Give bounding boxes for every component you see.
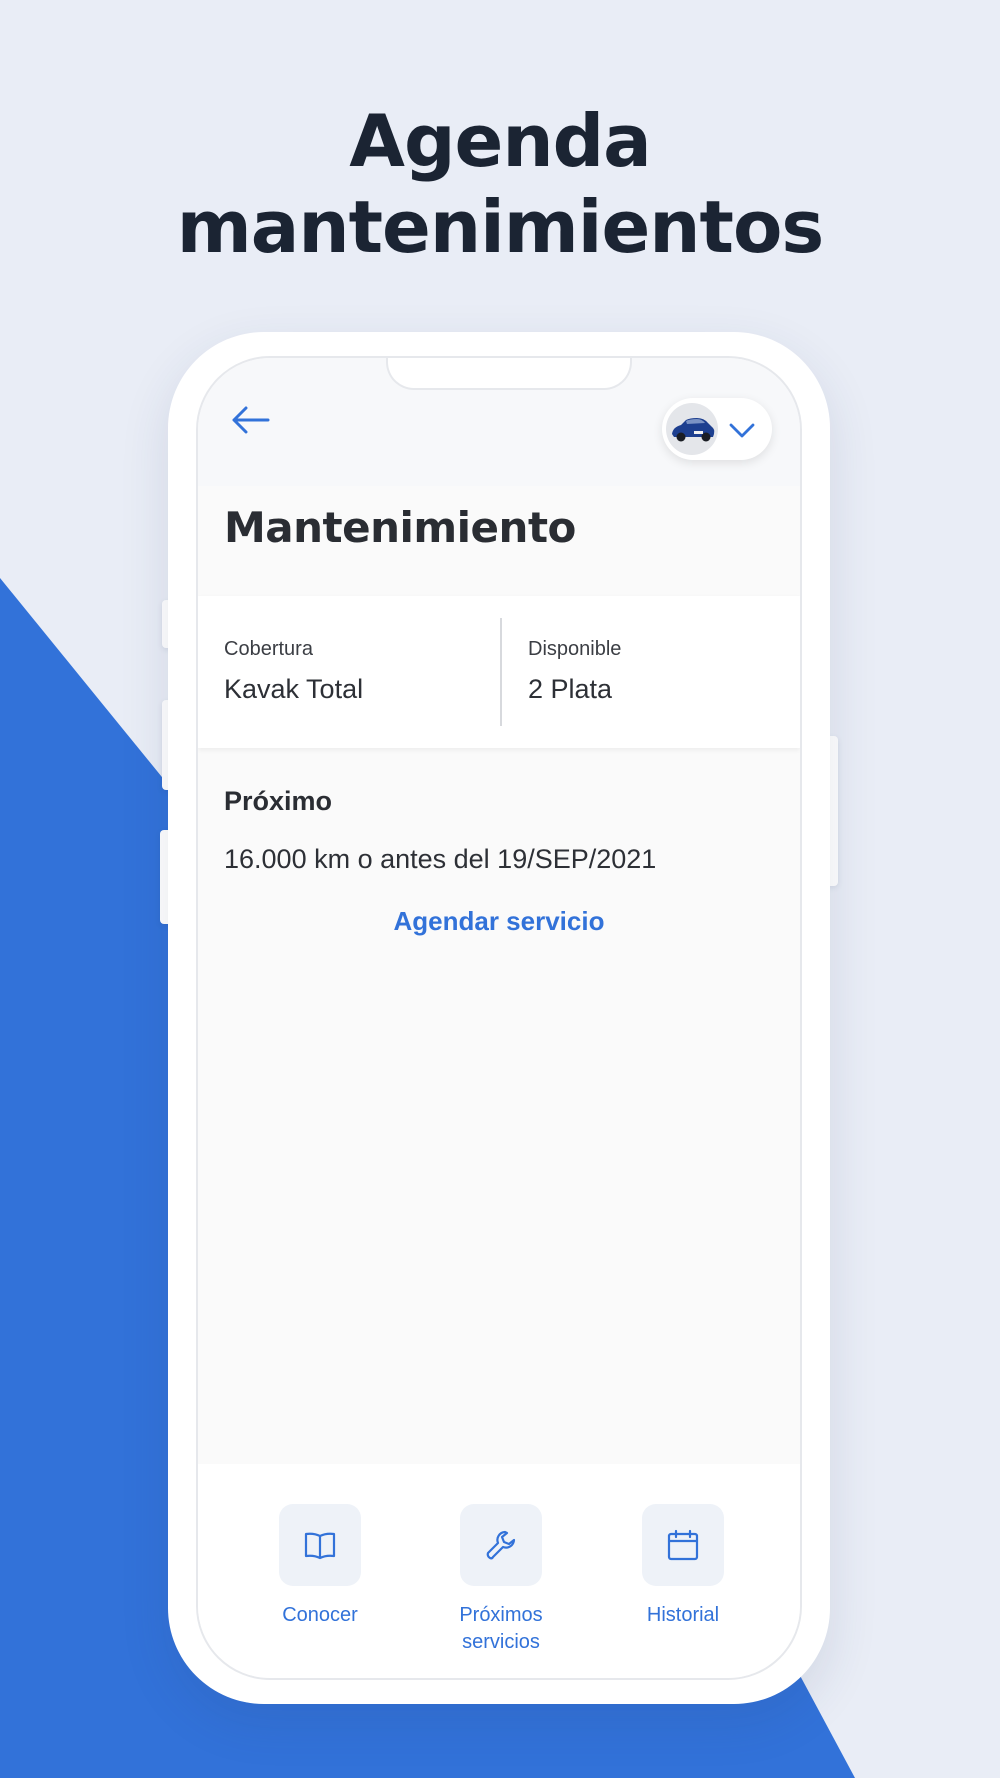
chevron-down-icon (729, 423, 755, 438)
phone-notch (386, 358, 632, 390)
car-avatar (666, 403, 718, 455)
coverage-card: Cobertura Kavak Total Disponible 2 Plata (198, 596, 800, 748)
headline-line-1: Agenda (349, 99, 651, 183)
coverage-value: Kavak Total (224, 674, 364, 704)
phone-frame: Mantenimiento Cobertura Kavak Total Disp… (168, 332, 830, 1704)
nav-item-proximos-servicios[interactable]: Próximos servicios (421, 1504, 581, 1656)
available-value: 2 Plata (528, 674, 613, 704)
nav-icon-box (460, 1504, 542, 1586)
headline: Agenda mantenimientos (0, 98, 1000, 270)
app-screen: Mantenimiento Cobertura Kavak Total Disp… (196, 356, 802, 1680)
calendar-icon (667, 1529, 699, 1561)
nav-item-historial[interactable]: Historial (603, 1504, 763, 1629)
nav-label-historial: Historial (646, 1604, 720, 1626)
schedule-service-link[interactable]: Agendar servicio (198, 906, 800, 937)
next-service-detail: 16.000 km o antes del 19/SEP/2021 (224, 844, 657, 874)
nav-icon-box (642, 1504, 724, 1586)
nav-item-conocer[interactable]: Conocer (240, 1504, 400, 1629)
available-label: Disponible (528, 638, 622, 660)
nav-label-conocer: Conocer (282, 1604, 358, 1626)
bottom-navigation: Conocer Próximos servicios Historial (198, 1464, 800, 1678)
nav-label-proximos-servicios: Próximos servicios (459, 1604, 543, 1653)
back-button[interactable] (228, 400, 272, 440)
next-service-title: Próximo (224, 786, 333, 816)
vehicle-selector[interactable] (662, 398, 772, 460)
info-divider (500, 618, 502, 726)
wrench-icon (486, 1530, 516, 1560)
page-title: Mantenimiento (224, 503, 576, 552)
coverage-label: Cobertura (224, 638, 313, 660)
headline-line-2: mantenimientos (176, 185, 825, 269)
book-icon (304, 1532, 336, 1560)
car-icon (672, 418, 715, 442)
arrow-left-icon (232, 406, 270, 434)
nav-icon-box (279, 1504, 361, 1586)
